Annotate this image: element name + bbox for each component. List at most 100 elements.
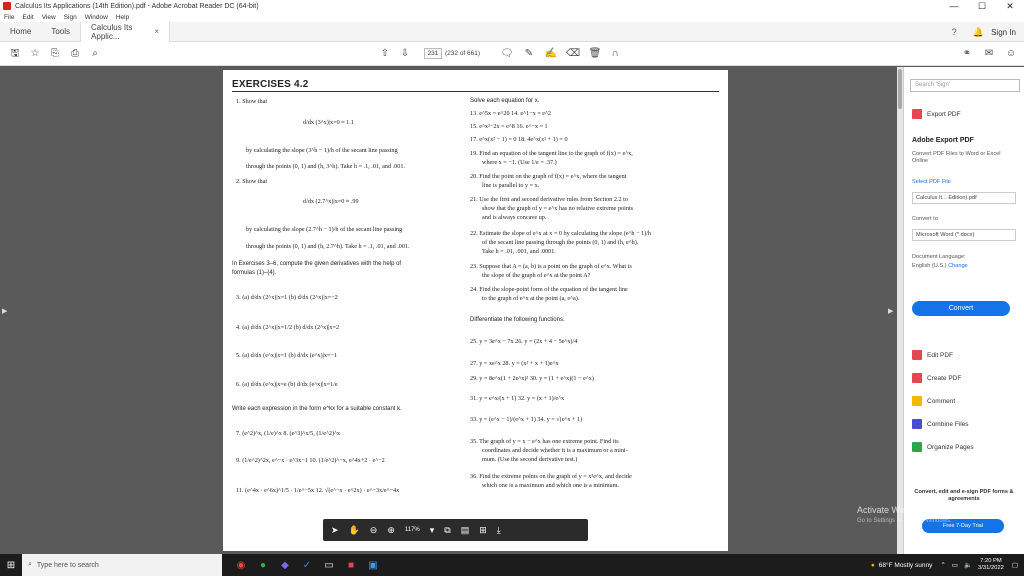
app-icon[interactable]: ◆ (274, 554, 296, 576)
notifications-icon[interactable]: ▢ (1012, 561, 1018, 569)
organize-pages-label: Organize Pages (927, 443, 974, 451)
select-cursor-icon[interactable]: ➤ (331, 525, 339, 536)
taskbar-search[interactable]: ⌕ Type here to search (22, 554, 222, 576)
sign-icon[interactable]: ✍ (544, 47, 558, 61)
zoom-out-icon[interactable]: ⊖ (370, 525, 378, 536)
right-line: 25. y = 3e^x − 7x 26. y = (2x + 4 − 5e^x… (470, 338, 578, 345)
highlight-icon[interactable]: ⌫ (566, 47, 580, 61)
account-icon[interactable]: ☺ (1004, 47, 1018, 61)
save-icon[interactable]: 🖫 (8, 47, 22, 61)
left-line: through the points (0, 1) and (h, 2.7^h)… (246, 243, 410, 250)
tools-search-input[interactable]: Search 'Sign' (910, 79, 1020, 92)
taskbar-search-icon: ⌕ (28, 561, 32, 568)
minimize-button[interactable]: — (940, 0, 968, 12)
menu-file[interactable]: File (4, 14, 14, 21)
header-right: ? 🔔 Sign In (937, 22, 1016, 42)
mail-icon[interactable]: ✓ (296, 554, 318, 576)
page-up-icon[interactable]: ⇧ (378, 47, 392, 61)
document-area[interactable]: ▶ ▶ EXERCISES 4.2 1. Show that d/dx (3^x… (0, 67, 896, 554)
left-panel-toggle-icon[interactable]: ▶ (2, 307, 7, 315)
doc-language: English (U.S.) (912, 263, 947, 269)
selected-file-field[interactable]: Calculus It... Edition).pdf (912, 192, 1016, 204)
chrome-icon[interactable]: ◉ (230, 554, 252, 576)
right-line: 31. y = e^x/(x + 1) 32. y = (x + 1)/e^x (470, 395, 565, 402)
doc-language-value: English (U.S.) Change (912, 263, 968, 270)
export-pdf-tool[interactable]: Export PDF (912, 109, 961, 119)
title-bar: Calculus Its Applications (14th Edition)… (0, 0, 1024, 12)
clock[interactable]: 7:20 PM 3/31/2022 (978, 558, 1004, 572)
close-button[interactable]: ✕ (996, 0, 1024, 12)
convert-button[interactable]: Convert (912, 301, 1010, 316)
file-explorer-icon[interactable]: ▭ (318, 554, 340, 576)
menu-help[interactable]: Help (116, 14, 129, 21)
share-icon[interactable]: ⎘ (48, 47, 62, 61)
right-line: 35. The graph of y = x − e^x has one ext… (470, 438, 619, 445)
hand-tool-icon[interactable]: ✋ (349, 525, 360, 536)
export-panel-title: Adobe Export PDF (912, 137, 974, 144)
start-windows-icon[interactable]: ⊞ (0, 554, 22, 576)
format-select[interactable]: Microsoft Word (*.docx) (912, 229, 1016, 241)
sign-in-button[interactable]: Sign In (991, 28, 1016, 37)
share-link-icon[interactable]: ⚭ (960, 47, 974, 61)
zoom-level[interactable]: 117% (405, 527, 420, 533)
edit-pdf-tool[interactable]: Edit PDF (912, 350, 953, 360)
page-number-input[interactable]: 231 (424, 48, 442, 59)
acrobat-taskbar-icon[interactable]: ■ (340, 554, 362, 576)
download-icon[interactable]: ⤓ (497, 525, 501, 536)
right-line: 29. y = 8e^x(1 + 2e^x)² 30. y = (1 + e^x… (470, 375, 594, 382)
tab-tools[interactable]: Tools (41, 22, 80, 42)
pdf-page: EXERCISES 4.2 1. Show that d/dx (3^x)|x=… (223, 70, 728, 551)
tab-bar: Home Tools Calculus Its Applic... × ? 🔔 … (0, 21, 1024, 42)
right-line: line is parallel to y = x. (482, 182, 540, 189)
left-line: 7. (e^2)^x, (1/e)^x 8. (e^3)^x/5, (1/e^2… (236, 430, 340, 437)
tab-document-label: Calculus Its Applic... (91, 22, 133, 41)
heading-rule (232, 91, 719, 92)
read-mode-icon[interactable]: ⊞ (479, 525, 487, 536)
menu-sign[interactable]: Sign (64, 14, 77, 21)
scrollbar-thumb[interactable] (898, 69, 902, 109)
right-line: the slope of the graph of e^x at the poi… (482, 272, 591, 279)
maximize-button[interactable]: ☐ (968, 0, 996, 12)
comment-tool[interactable]: Comment (912, 396, 955, 406)
taskbar-search-text: Type here to search (36, 561, 99, 569)
spotify-icon[interactable]: ● (252, 554, 274, 576)
weather-text[interactable]: 68°F Mostly sunny (879, 562, 933, 569)
organize-pages-tool[interactable]: Organize Pages (912, 442, 974, 452)
pen-icon[interactable]: ✎ (522, 47, 536, 61)
photos-icon[interactable]: ▣ (362, 554, 384, 576)
window-controls: — ☐ ✕ (940, 0, 1024, 12)
network-icon[interactable]: ▭ (952, 561, 958, 569)
menu-view[interactable]: View (42, 14, 56, 21)
bell-icon[interactable]: 🔔 (971, 25, 985, 39)
print-icon[interactable]: ⎙ (68, 47, 82, 61)
menu-window[interactable]: Window (85, 14, 108, 21)
system-tray: ● 68°F Mostly sunny ⌃ ▭ 🔈 7:20 PM 3/31/2… (871, 554, 1018, 576)
right-panel-toggle-icon[interactable]: ▶ (888, 307, 893, 315)
link-icon[interactable]: ∩ (608, 47, 622, 61)
change-language-link[interactable]: Change (948, 263, 968, 269)
comment-icon[interactable]: 🗨 (500, 47, 514, 61)
volume-icon[interactable]: 🔈 (964, 561, 972, 569)
zoom-dropdown-icon[interactable]: ▾ (430, 525, 435, 536)
tab-document[interactable]: Calculus Its Applic... × (80, 21, 171, 42)
tab-home[interactable]: Home (0, 22, 41, 42)
tray-chevron-icon[interactable]: ⌃ (940, 561, 945, 569)
menu-edit[interactable]: Edit (22, 14, 33, 21)
tab-close-icon[interactable]: × (154, 27, 159, 36)
edit-pdf-icon (912, 350, 922, 360)
email-icon[interactable]: ✉ (982, 47, 996, 61)
left-line: 1. Show that (236, 98, 268, 105)
combine-files-tool[interactable]: Combine Files (912, 419, 969, 429)
fit-page-icon[interactable]: ⧉ (444, 525, 450, 536)
right-line: 17. e^x(x² − 1) = 0 18. 4e^x(x² + 1) = 0 (470, 136, 568, 143)
page-down-icon[interactable]: ⇩ (398, 47, 412, 61)
scroll-mode-icon[interactable]: ▤ (461, 525, 470, 536)
zoom-in-icon[interactable]: ⊕ (387, 525, 395, 536)
create-pdf-tool[interactable]: Create PDF (912, 373, 961, 383)
right-line: mum. (Use the second derivative test.) (482, 456, 578, 463)
search-icon[interactable]: ⌕ (88, 47, 102, 61)
bookmark-star-icon[interactable]: ☆ (28, 47, 42, 61)
left-line: 4. (a) d/dx (2^x)|x=1/2 (b) d/dx (2^x)|x… (236, 324, 340, 331)
delete-icon[interactable]: 🗑 (588, 47, 602, 61)
help-icon[interactable]: ? (947, 25, 961, 39)
